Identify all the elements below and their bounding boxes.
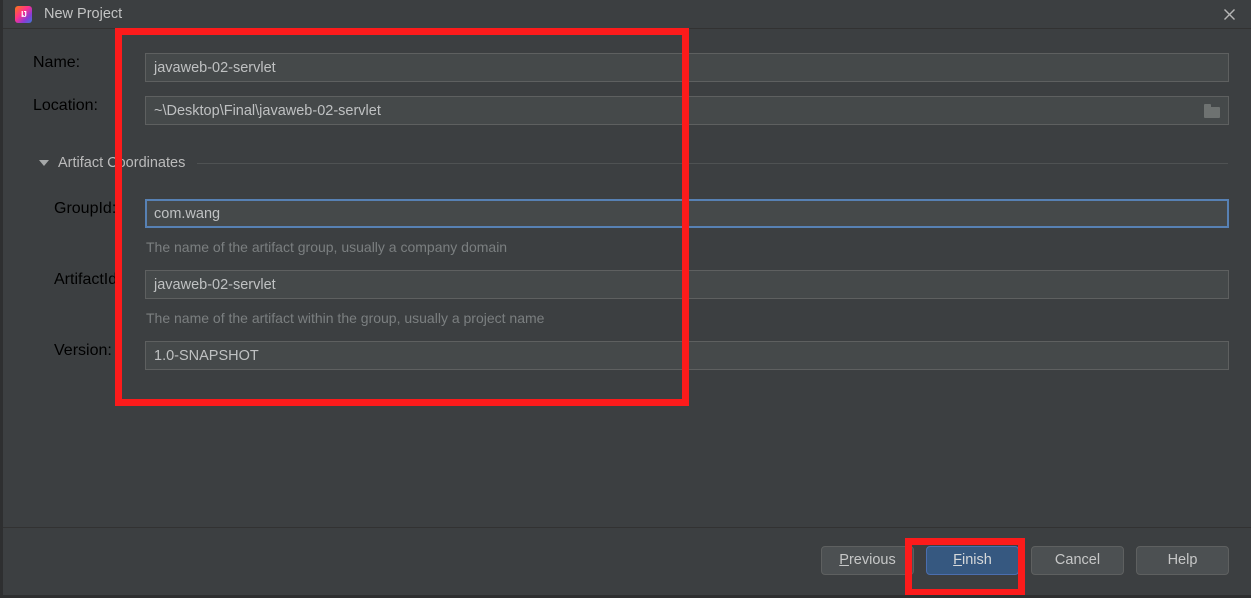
version-input-value: 1.0-SNAPSHOT [154,347,259,364]
intellij-idea-icon [15,5,32,23]
cancel-button[interactable]: Cancel [1031,545,1124,575]
finish-button-mnemonic: F [953,552,963,568]
help-button-label: Help [1167,552,1198,568]
artifactid-label: ArtifactId: [54,271,122,288]
close-icon[interactable] [1212,2,1246,27]
dialog-button-bar: Previous Finish Cancel Help [3,527,1251,592]
version-label: Version: [54,342,112,359]
dialog-title: New Project [44,6,123,22]
project-form: Name: javaweb-02-servlet Location: ~\Des… [3,29,1251,529]
artifact-coordinates-section[interactable]: Artifact Coordinates [3,155,1251,171]
finish-button-label: inish [962,552,992,568]
previous-button[interactable]: Previous [821,545,914,575]
artifactid-input-value: javaweb-02-servlet [154,276,276,293]
artifactid-hint: The name of the artifact within the grou… [146,310,545,326]
folder-icon[interactable] [1204,103,1220,118]
version-input[interactable]: 1.0-SNAPSHOT [145,341,1229,370]
help-button[interactable]: Help [1136,545,1229,575]
groupid-label: GroupId: [54,200,117,217]
title-bar: New Project [3,0,1251,29]
location-label: Location: [33,97,98,114]
triangle-down-icon[interactable] [39,160,49,166]
groupid-input[interactable]: com.wang [145,199,1229,228]
name-input[interactable]: javaweb-02-servlet [145,53,1229,82]
artifactid-input[interactable]: javaweb-02-servlet [145,270,1229,299]
previous-button-label: revious [848,552,896,568]
previous-button-mnemonic: P [839,552,849,568]
groupid-input-value: com.wang [154,205,221,222]
location-input-value: ~\Desktop\Final\javaweb-02-servlet [154,102,381,119]
new-project-dialog: New Project Name: javaweb-02-servlet Loc… [0,0,1251,598]
artifact-coordinates-label: Artifact Coordinates [58,155,186,171]
section-divider [197,162,1228,164]
name-input-value: javaweb-02-servlet [154,59,276,76]
finish-button[interactable]: Finish [926,545,1019,575]
groupid-hint: The name of the artifact group, usually … [146,239,508,255]
cancel-button-label: Cancel [1054,552,1101,568]
name-label: Name: [33,54,81,71]
location-input[interactable]: ~\Desktop\Final\javaweb-02-servlet [145,96,1229,125]
